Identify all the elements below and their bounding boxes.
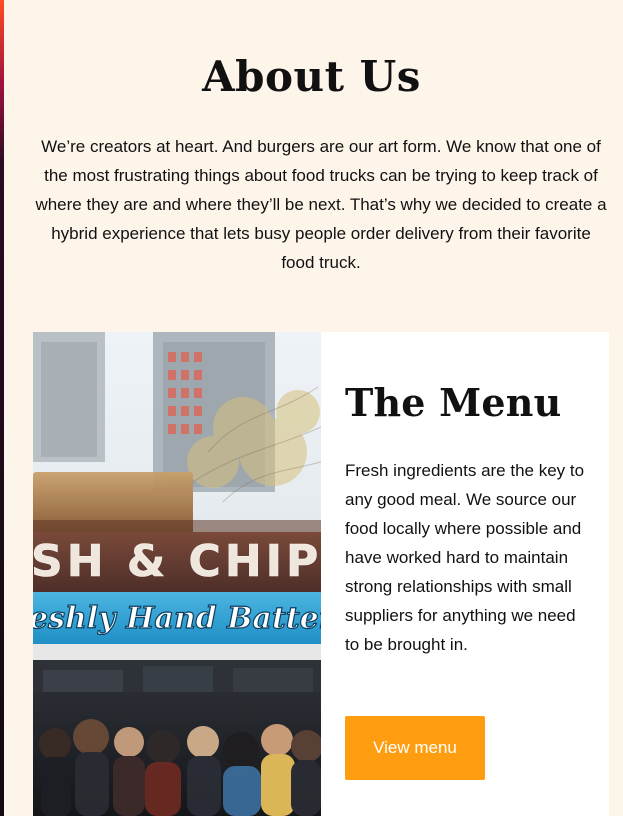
menu-card: SH & CHIP eshly Hand Batterec The Menu bbox=[33, 332, 609, 816]
menu-title: The Menu bbox=[345, 380, 562, 425]
food-truck-illustration: SH & CHIP eshly Hand Batterec bbox=[33, 332, 321, 816]
photo-sign-top-text: SH & CHIP bbox=[33, 536, 321, 587]
photo-sign-bottom-text: eshly Hand Batterec bbox=[33, 601, 321, 636]
about-title: About Us bbox=[202, 52, 421, 101]
food-truck-photo: SH & CHIP eshly Hand Batterec bbox=[33, 332, 321, 816]
menu-content: The Menu Fresh ingredients are the key t… bbox=[345, 332, 595, 816]
menu-paragraph: Fresh ingredients are the key to any goo… bbox=[345, 461, 585, 654]
about-section: About Us We’re creators at heart. And bu… bbox=[0, 0, 623, 332]
view-menu-button[interactable]: View menu bbox=[345, 716, 485, 780]
about-paragraph: We’re creators at heart. And burgers are… bbox=[35, 137, 607, 272]
